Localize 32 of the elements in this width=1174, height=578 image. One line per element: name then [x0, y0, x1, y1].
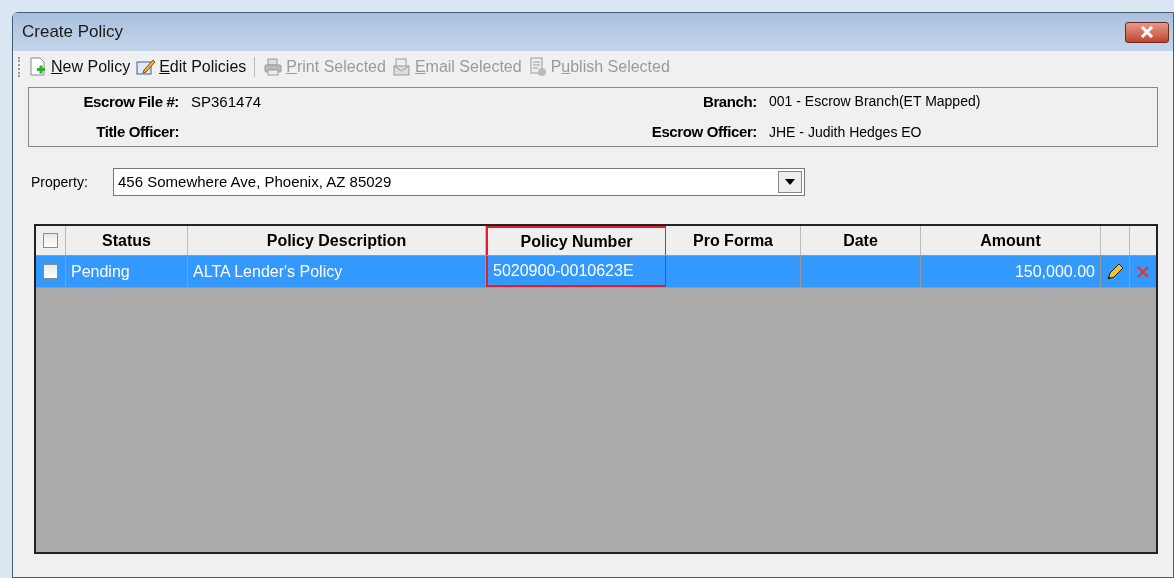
table-cell-text: 150,000.00 — [1014, 261, 1095, 282]
table-cell-text: 5020900-0010623E — [493, 260, 634, 281]
close-icon — [1140, 26, 1154, 38]
column-header[interactable]: Amount — [921, 226, 1101, 255]
field-label: Branch: — [701, 91, 757, 112]
close-button[interactable] — [1125, 21, 1169, 43]
column-header[interactable]: Status — [66, 226, 188, 255]
column-header[interactable]: Date — [801, 226, 921, 255]
edit-icon — [136, 57, 157, 77]
field-label: Escrow Officer: — [650, 122, 757, 142]
column-header[interactable]: Pro Forma — [666, 226, 801, 255]
pencil-icon[interactable] — [1105, 261, 1125, 282]
field-value: 001 - Escrow Branch(ET Mapped) — [769, 92, 981, 112]
printer-icon — [263, 57, 284, 77]
column-header[interactable]: Policy Description — [188, 226, 486, 255]
row-checkbox[interactable] — [43, 264, 58, 279]
toolbar-button[interactable]: New Policy — [28, 55, 131, 79]
property-dropdown[interactable]: 456 Somewhere Ave, Phoenix, AZ 85029 — [113, 168, 805, 196]
window-title: Create Policy — [22, 21, 124, 44]
field-label: Escrow File #: — [82, 91, 179, 112]
table-cell-text: ALTA Lender's Policy — [193, 261, 343, 282]
table-cell-text: Pending — [71, 261, 130, 282]
new-document-icon — [28, 57, 48, 77]
toolbar-button[interactable]: Edit Policies — [136, 55, 247, 79]
field-value: JHE - Judith Hedges EO — [769, 122, 922, 142]
mail-icon — [391, 57, 412, 77]
field-value: SP361474 — [191, 91, 262, 112]
property-label: Property: — [31, 172, 89, 192]
document-icon — [527, 57, 548, 77]
select-all-checkbox[interactable] — [43, 233, 58, 248]
dropdown-arrow-icon — [785, 179, 795, 185]
field-label: Title Officer: — [95, 122, 179, 142]
